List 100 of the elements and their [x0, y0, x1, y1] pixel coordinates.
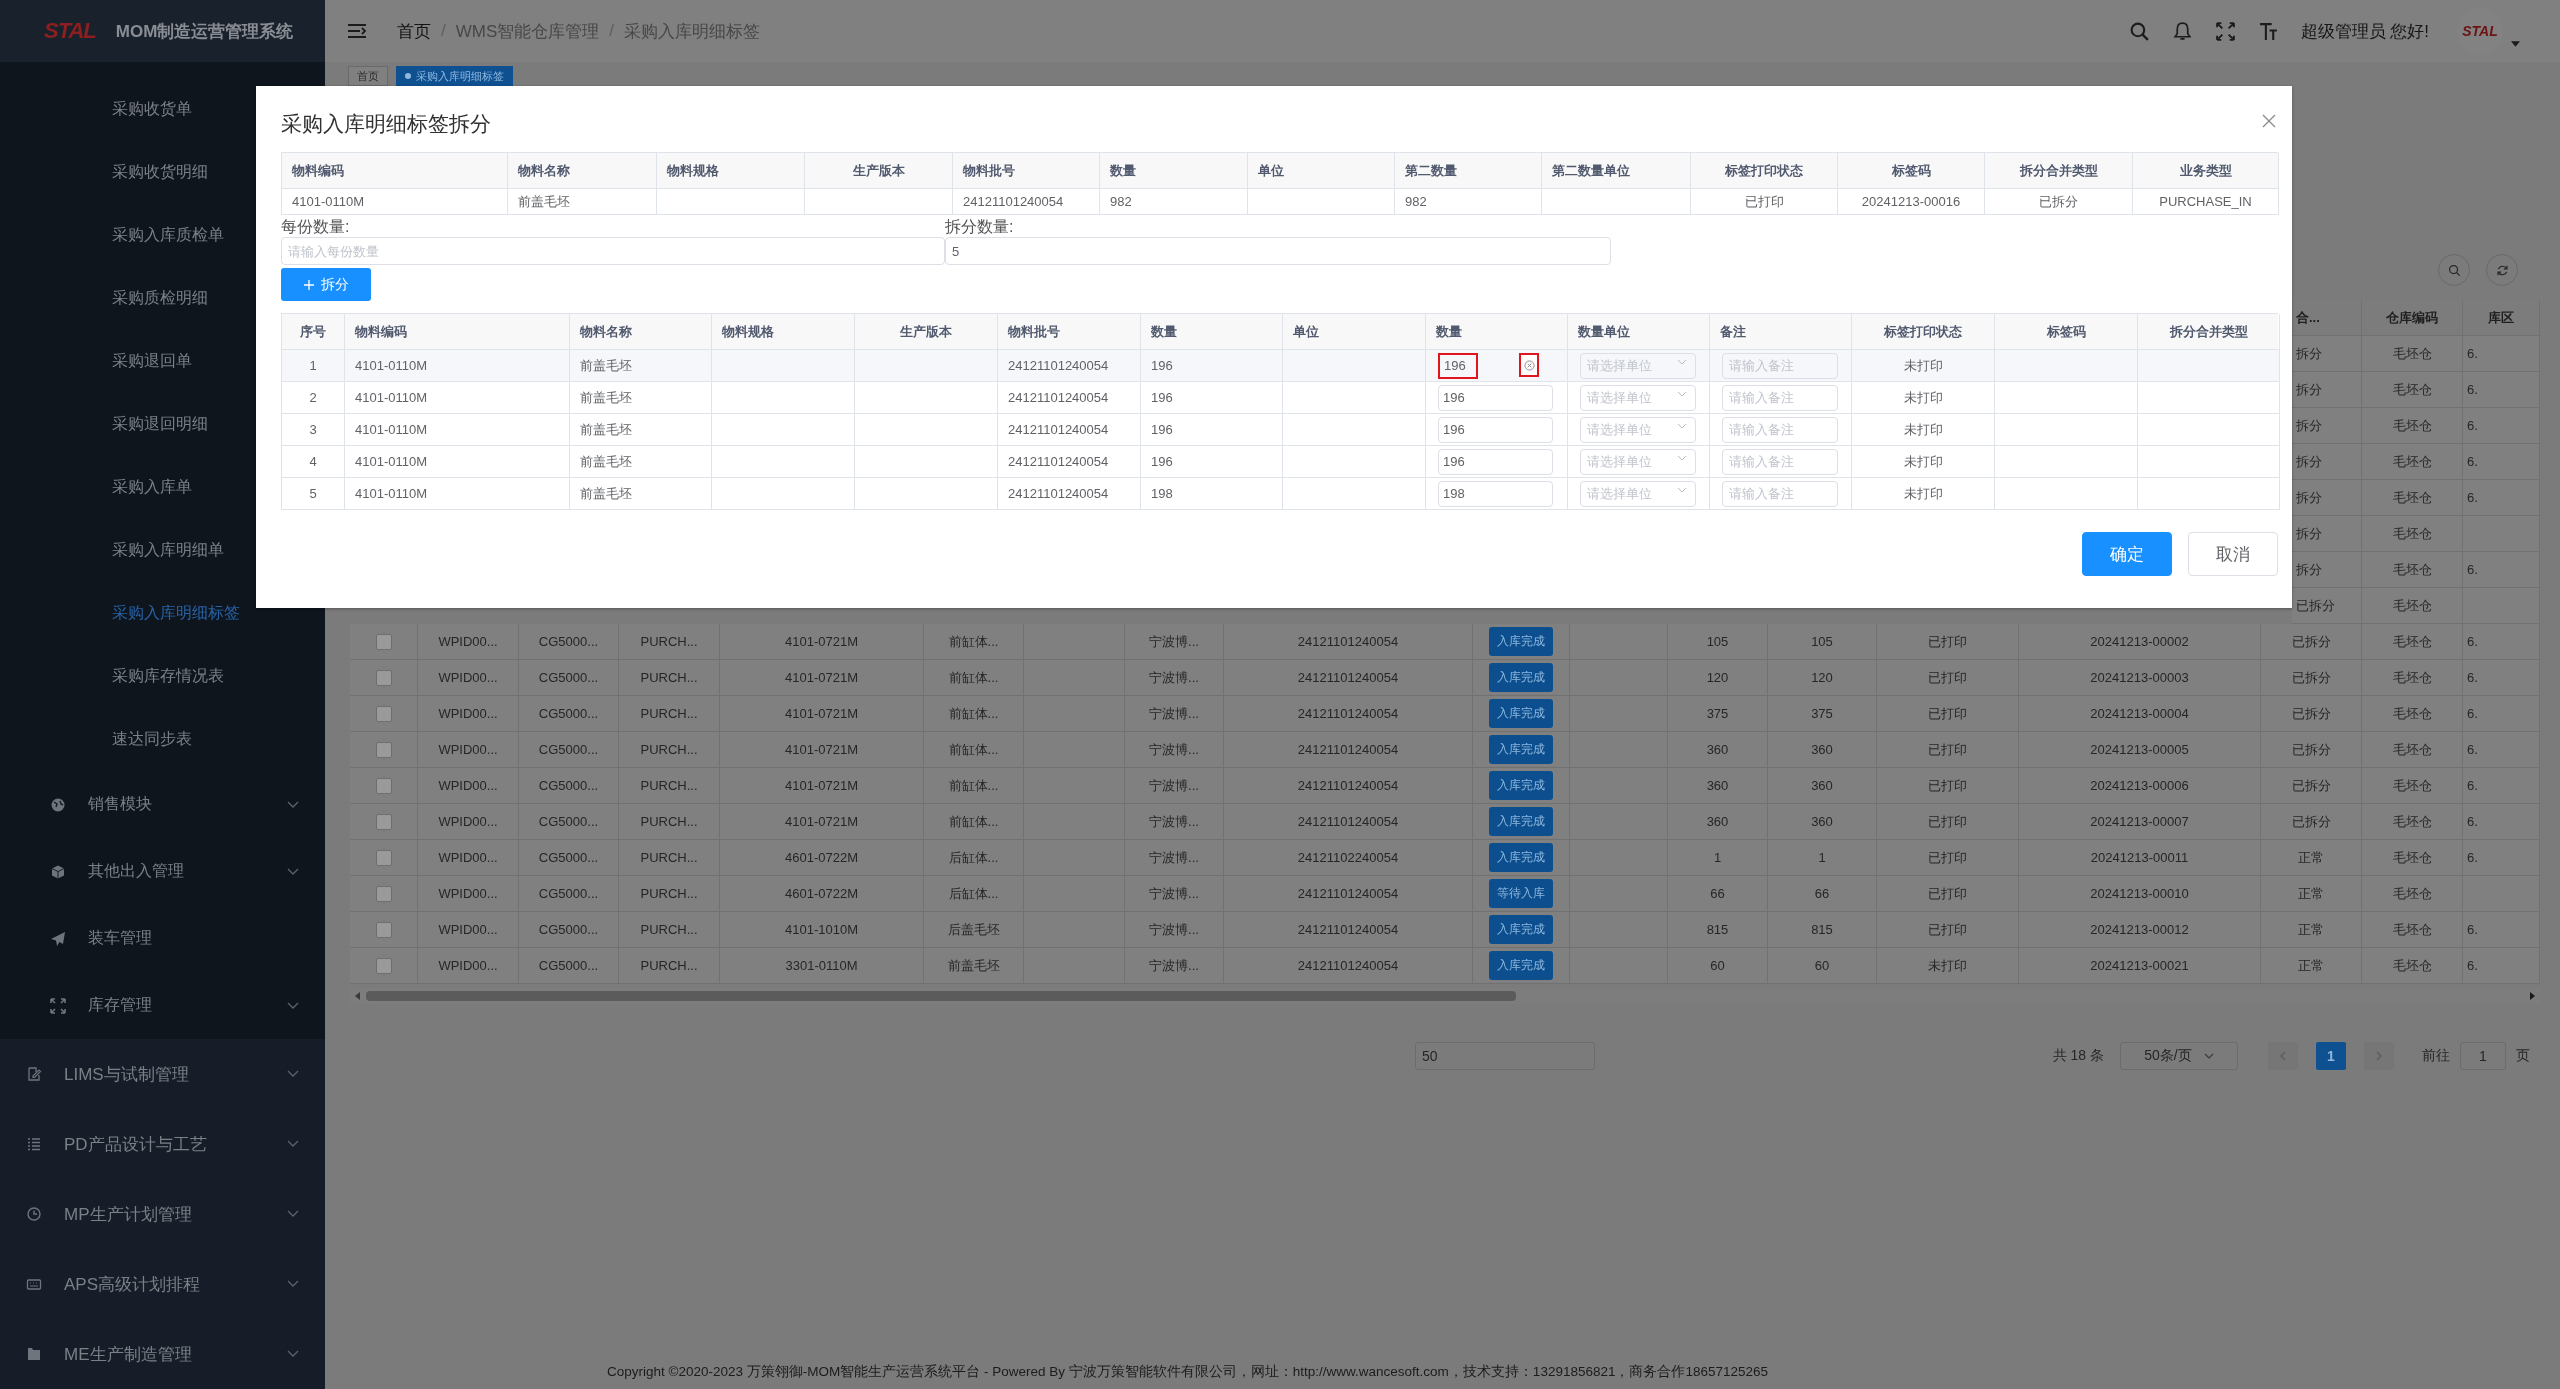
search-icon[interactable]: [2447, 263, 2461, 277]
refresh-icon[interactable]: [2495, 263, 2509, 277]
table-cell: WPID00...: [418, 876, 519, 912]
menu-item[interactable]: PD产品设计与工艺: [0, 1109, 325, 1179]
row-checkbox[interactable]: [375, 741, 392, 758]
row-checkbox[interactable]: [375, 777, 392, 794]
page-tab[interactable]: 采购入库明细标签: [396, 66, 513, 86]
table-cell: 宁波博...: [1125, 768, 1224, 804]
column-header: 第二数量单位: [1542, 153, 1691, 189]
arrow-left-icon[interactable]: [355, 992, 361, 1000]
quantity-field[interactable]: 196: [1438, 352, 1478, 379]
fullscreen-icon[interactable]: [2214, 20, 2236, 42]
status-button[interactable]: 入库完成: [1489, 735, 1553, 764]
chevron-left-icon[interactable]: [2280, 1051, 2286, 1061]
next-page-button[interactable]: [2364, 1042, 2394, 1070]
plus-icon[interactable]: [303, 278, 315, 291]
previous-page-button[interactable]: [2268, 1042, 2298, 1070]
chevron-down-icon[interactable]: [1677, 390, 1687, 397]
menu-item[interactable]: 其他出入管理: [0, 838, 325, 905]
menu-item[interactable]: LIMS与试制管理: [0, 1039, 325, 1109]
chevron-down-icon[interactable]: [1677, 358, 1687, 365]
table-cell: 正常: [2261, 912, 2362, 948]
status-button[interactable]: 入库完成: [1489, 951, 1553, 980]
table-cell: PURCH...: [619, 876, 720, 912]
confirm-button[interactable]: 确定: [2082, 532, 2172, 576]
table-cell: 毛坯仓: [2362, 840, 2463, 876]
column-header: 单位: [1248, 153, 1395, 189]
table-cell: CG5000...: [519, 840, 619, 876]
quantity-field[interactable]: 196: [1438, 384, 1553, 411]
font-size-icon[interactable]: [2257, 20, 2279, 42]
table-cell: 宁波博...: [1125, 912, 1224, 948]
breadcrumb-item: 采购入库明细标签: [624, 20, 760, 43]
split-button[interactable]: 拆分: [281, 268, 371, 301]
chevron-down-icon[interactable]: [1677, 454, 1687, 461]
status-button[interactable]: 入库完成: [1489, 807, 1553, 836]
table-cell: 后缸体...: [924, 840, 1024, 876]
status-button[interactable]: 入库完成: [1489, 699, 1553, 728]
table-row[interactable]: 3 4101-0110M 前盖毛坯 24121101240054 196 196 请选择单位 请输入备注 未打印: [282, 414, 2278, 446]
menu-item[interactable]: APS高级计划排程: [0, 1249, 325, 1319]
input-field[interactable]: 5: [945, 237, 1611, 265]
field-label: 拆分数量:: [945, 217, 1014, 237]
menu-item[interactable]: 采购入库明细标签: [0, 582, 325, 645]
chevron-down-icon[interactable]: [2203, 1053, 2214, 1059]
menu-item[interactable]: 销售模块: [0, 771, 325, 838]
table-row[interactable]: 5 4101-0110M 前盖毛坯 24121101240054 198 198 请选择单位 请输入备注 未打印: [282, 478, 2278, 510]
expand-icon: [50, 997, 66, 1014]
bell-icon[interactable]: [2171, 20, 2193, 42]
row-checkbox[interactable]: [375, 633, 392, 650]
user-greeting: 超级管理员 您好!: [2300, 20, 2429, 43]
status-button[interactable]: 入库完成: [1489, 843, 1553, 872]
menu-item[interactable]: 采购库存情况表: [0, 645, 325, 708]
row-checkbox[interactable]: [375, 669, 392, 686]
cancel-button[interactable]: 取消: [2188, 532, 2278, 576]
row-checkbox[interactable]: [375, 705, 392, 722]
goto-page-field[interactable]: 1: [2460, 1042, 2506, 1070]
chevron-right-icon[interactable]: [2376, 1051, 2382, 1061]
page-number[interactable]: 1: [2316, 1042, 2346, 1070]
quantity-field[interactable]: 196: [1438, 416, 1553, 443]
chevron-down-icon[interactable]: [1677, 422, 1687, 429]
menu-item[interactable]: 装车管理: [0, 905, 325, 972]
menu-item[interactable]: 速达同步表: [0, 708, 325, 771]
table-cell: CG5000...: [519, 624, 619, 660]
clear-icon[interactable]: [1523, 359, 1535, 371]
search-icon[interactable]: [2128, 20, 2150, 42]
input-field[interactable]: 请输入每份数量: [281, 237, 945, 265]
column-header: 标签打印状态: [1691, 153, 1838, 189]
status-button[interactable]: 入库完成: [1489, 627, 1553, 656]
status-button[interactable]: 入库完成: [1489, 663, 1553, 692]
row-checkbox[interactable]: [375, 921, 392, 938]
page-tab[interactable]: 首页: [348, 66, 388, 86]
table-row[interactable]: 4 4101-0110M 前盖毛坯 24121101240054 196 196 请选择单位 请输入备注 未打印: [282, 446, 2278, 478]
status-button[interactable]: 入库完成: [1489, 915, 1553, 944]
table-cell: WPID00...: [418, 660, 519, 696]
arrow-right-icon[interactable]: [2529, 992, 2535, 1000]
chevron-down-icon[interactable]: [1677, 486, 1687, 493]
table-cell: CG5000...: [519, 948, 619, 984]
row-checkbox[interactable]: [375, 849, 392, 866]
page-size-select[interactable]: 50条/页: [2120, 1042, 2238, 1070]
table-cell: 6.: [2463, 732, 2540, 768]
close-icon[interactable]: [2262, 114, 2276, 128]
clear-button[interactable]: [1519, 353, 1539, 377]
menu-item[interactable]: 库存管理: [0, 972, 325, 1039]
quantity-field[interactable]: 196: [1438, 448, 1553, 475]
breadcrumb-item[interactable]: 首页: [397, 19, 431, 43]
table-cell: 24121102240054: [1224, 840, 1473, 876]
scrollbar-thumb[interactable]: [366, 991, 1516, 1001]
status-button[interactable]: 入库完成: [1489, 771, 1553, 800]
row-checkbox[interactable]: [375, 885, 392, 902]
row-checkbox[interactable]: [375, 957, 392, 974]
table-row[interactable]: 2 4101-0110M 前盖毛坯 24121101240054 196 196 请选择单位 请输入备注 未打印: [282, 382, 2278, 414]
caret-icon[interactable]: [2511, 41, 2520, 47]
page-size-field[interactable]: 50: [1415, 1042, 1595, 1070]
menu-item[interactable]: ME生产制造管理: [0, 1319, 325, 1389]
quantity-field[interactable]: 198: [1438, 480, 1553, 507]
table-cell: 后缸体...: [924, 876, 1024, 912]
menu-icon[interactable]: [347, 23, 367, 39]
menu-item[interactable]: MP生产计划管理: [0, 1179, 325, 1249]
table-cell: 66: [1768, 876, 1877, 912]
status-button[interactable]: 等待入库: [1489, 879, 1553, 908]
row-checkbox[interactable]: [375, 813, 392, 830]
